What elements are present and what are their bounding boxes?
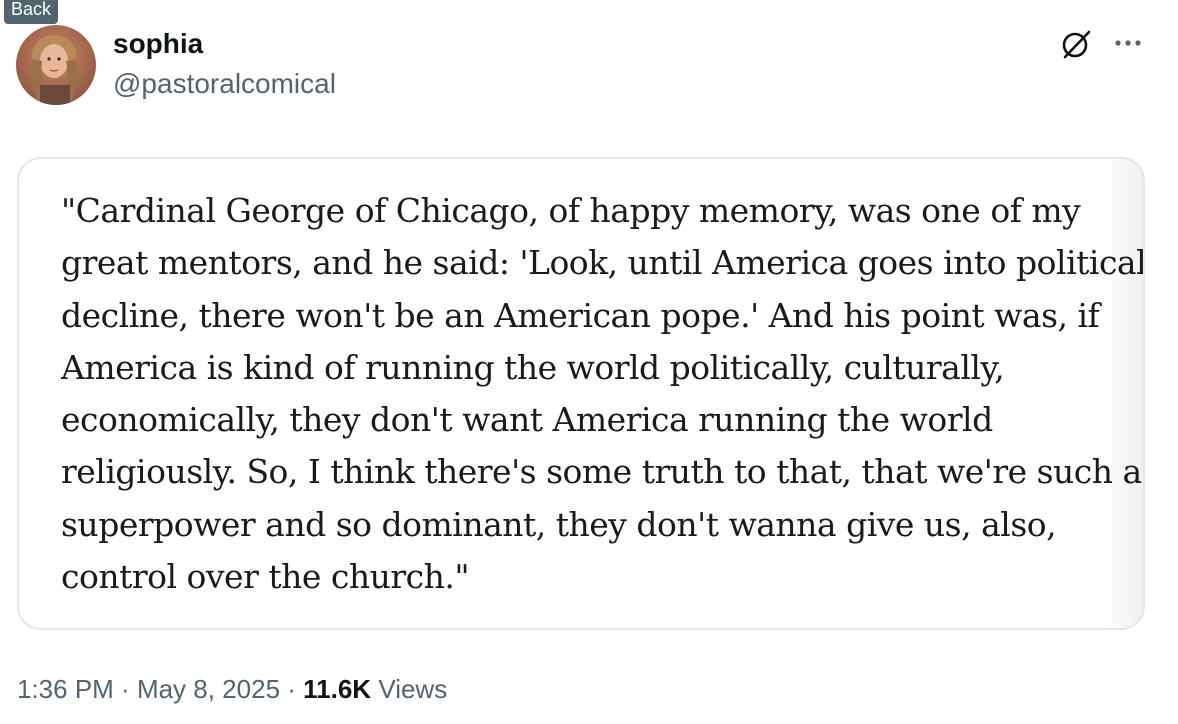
quote-line: superpower and so dominant, they don't w… xyxy=(61,504,1057,544)
tweet-page: Back sophia @pastoralcomical "Cardinal G… xyxy=(0,0,1178,724)
meta-separator: · xyxy=(113,674,137,704)
quote-line: economically, they don't want America ru… xyxy=(61,400,993,440)
views-count[interactable]: 11.6K xyxy=(303,674,371,704)
quote-line: religiously. So, I think there's some tr… xyxy=(61,452,1142,492)
avatar-image xyxy=(16,25,96,105)
quote-line: America is kind of running the world pol… xyxy=(61,347,1005,387)
tweet-time[interactable]: 1:36 PM xyxy=(17,674,114,704)
quote-line: great mentors, and he said: 'Look, until… xyxy=(61,243,1145,283)
author-display-name[interactable]: sophia xyxy=(113,27,203,61)
more-horizontal-icon[interactable] xyxy=(1110,28,1146,58)
avatar[interactable] xyxy=(16,25,96,105)
meta-separator: · xyxy=(280,674,304,704)
tweet-date[interactable]: May 8, 2025 xyxy=(137,674,280,704)
quote-line: decline, there won't be an American pope… xyxy=(61,295,1100,335)
quote-line: "Cardinal George of Chicago, of happy me… xyxy=(61,191,1081,230)
grok-icon[interactable] xyxy=(1058,26,1094,62)
tweet-metadata: 1:36 PM · May 8, 2025 · 11.6K Views xyxy=(17,672,447,706)
quote-line: control over the church." xyxy=(61,557,470,597)
back-tooltip: Back xyxy=(4,0,59,24)
quote-text: "Cardinal George of Chicago, of happy me… xyxy=(61,185,1145,603)
author-handle[interactable]: @pastoralcomical xyxy=(113,67,336,101)
quote-image-card[interactable]: "Cardinal George of Chicago, of happy me… xyxy=(17,157,1145,630)
views-label: Views xyxy=(371,674,448,704)
